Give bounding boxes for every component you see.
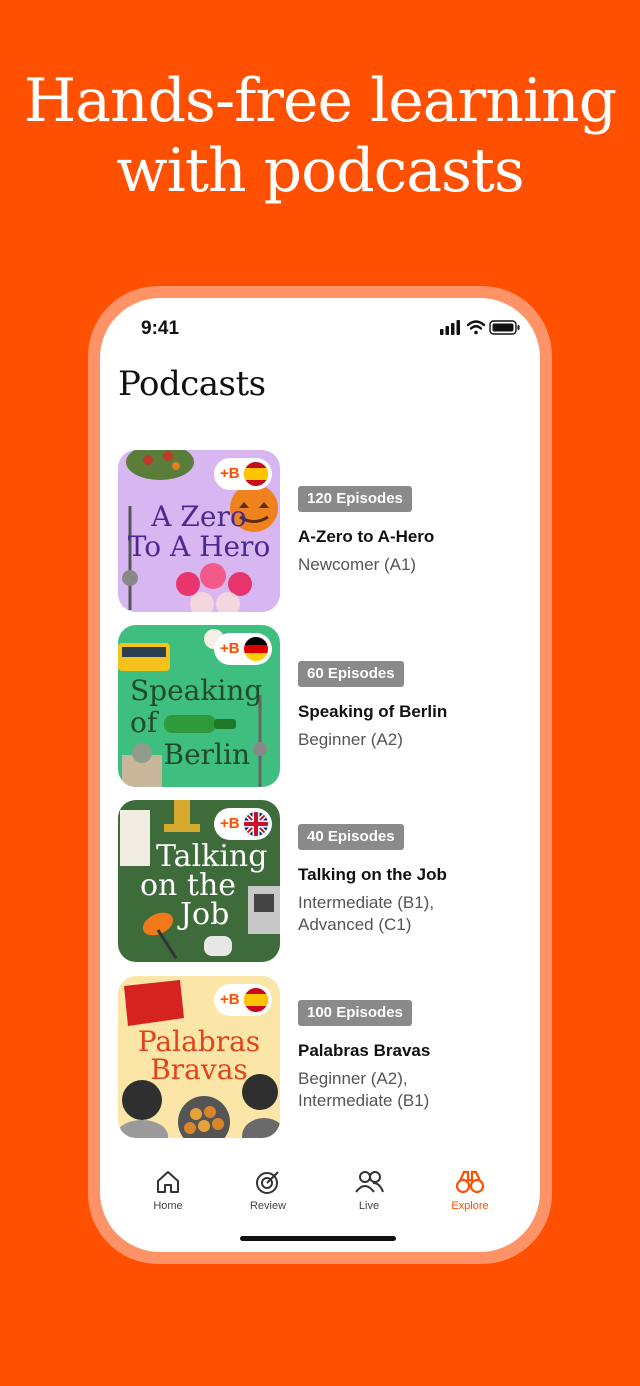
home-indicator[interactable]: [240, 1236, 396, 1241]
podcast-level: Beginner (A2): [298, 730, 403, 749]
headline: Hands-free learning with podcasts: [0, 66, 640, 206]
podcast-cover[interactable]: A Zero To A Hero +B: [118, 450, 280, 612]
wifi-icon: [466, 320, 486, 335]
pill-label: +B: [220, 640, 240, 657]
headline-line-2: with podcasts: [116, 136, 524, 206]
binoculars-icon: [455, 1170, 485, 1194]
podcast-level-line: Intermediate (B1): [298, 1091, 430, 1110]
tab-label: Review: [249, 1200, 287, 1212]
tab-label: Live: [358, 1200, 380, 1212]
language-pill: +B: [214, 984, 272, 1016]
podcast-level: Beginner (A2), Intermediate (B1): [298, 1068, 508, 1112]
language-pill: +B: [214, 633, 272, 665]
headline-line-1: Hands-free learning: [23, 66, 617, 136]
germany-flag-icon: [244, 637, 268, 661]
podcast-level-line: Beginner (A2),: [298, 1069, 408, 1088]
cover-title-line: Job: [180, 897, 230, 932]
podcast-cover[interactable]: Palabras Bravas +B: [118, 976, 280, 1138]
episode-count-badge: 60 Episodes: [298, 661, 404, 687]
home-icon: [157, 1171, 179, 1193]
tab-label: Home: [153, 1200, 183, 1212]
cover-title-line: A Zero: [151, 500, 247, 533]
people-icon: [355, 1171, 384, 1193]
target-icon: [256, 1171, 279, 1194]
cover-title-line: Speaking: [130, 674, 263, 707]
episode-count-badge: 120 Episodes: [298, 486, 412, 512]
podcast-level: Newcomer (A1): [298, 555, 417, 574]
cover-title-line: To A Hero: [127, 530, 271, 563]
status-icons: [440, 320, 520, 335]
language-pill: +B: [214, 458, 272, 490]
pill-label: +B: [220, 815, 240, 832]
podcast-level: Intermediate (B1), Advanced (C1): [298, 892, 508, 936]
podcast-card-a-zero[interactable]: A Zero To A Hero +B 120 Episodes A-Zero …: [118, 450, 518, 612]
cover-title-line: Berlin: [163, 738, 250, 771]
language-pill: +B: [214, 808, 272, 840]
podcast-title: Speaking of Berlin: [298, 702, 448, 721]
podcast-level-line: Advanced (C1): [298, 915, 412, 934]
tab-home[interactable]: Home: [128, 1160, 208, 1212]
tab-review[interactable]: Review: [228, 1160, 308, 1212]
page-title: Podcasts: [118, 364, 266, 404]
status-time: 9:41: [141, 318, 180, 339]
podcast-card-speaking-of-berlin[interactable]: Speaking of Berlin +B 60 Episodes Speaki…: [118, 625, 518, 787]
spain-flag-icon: [244, 988, 268, 1012]
cover-title-line: Palabras: [137, 1025, 261, 1058]
uk-flag-icon: [244, 812, 268, 836]
podcast-card-talking-on-the-job[interactable]: Talking on the Job +B 40 Episodes Talkin…: [118, 800, 518, 962]
podcast-cover[interactable]: Talking on the Job +B: [118, 800, 280, 962]
podcast-level-line: Intermediate (B1),: [298, 893, 435, 912]
podcast-title: A-Zero to A-Hero: [298, 527, 435, 546]
tab-live[interactable]: Live: [329, 1160, 409, 1212]
tab-explore[interactable]: Explore: [430, 1160, 510, 1212]
spain-flag-icon: [244, 462, 268, 486]
podcast-title: Talking on the Job: [298, 865, 447, 884]
podcast-title: Palabras Bravas: [298, 1041, 431, 1060]
battery-icon: [489, 320, 520, 335]
tab-label: Explore: [451, 1200, 489, 1212]
episode-count-badge: 100 Episodes: [298, 1000, 412, 1026]
podcast-cover[interactable]: Speaking of Berlin +B: [118, 625, 280, 787]
pill-label: +B: [220, 465, 240, 482]
cover-title-line: Talking: [156, 839, 268, 874]
episode-count-badge: 40 Episodes: [298, 824, 404, 850]
pill-label: +B: [220, 991, 240, 1008]
tab-bar: Home Review Live Explore: [100, 1160, 540, 1230]
signal-icon: [440, 320, 460, 335]
podcast-card-palabras-bravas[interactable]: Palabras Bravas +B 100 Episodes Palabras…: [118, 976, 518, 1138]
cover-title-line: on the: [140, 868, 237, 903]
cover-title-line: of: [130, 706, 158, 739]
cover-title-line: Bravas: [150, 1053, 248, 1086]
phone-screen: 9:41 Podcasts A Zero To A Hero +B 120 Ep…: [100, 298, 540, 1252]
